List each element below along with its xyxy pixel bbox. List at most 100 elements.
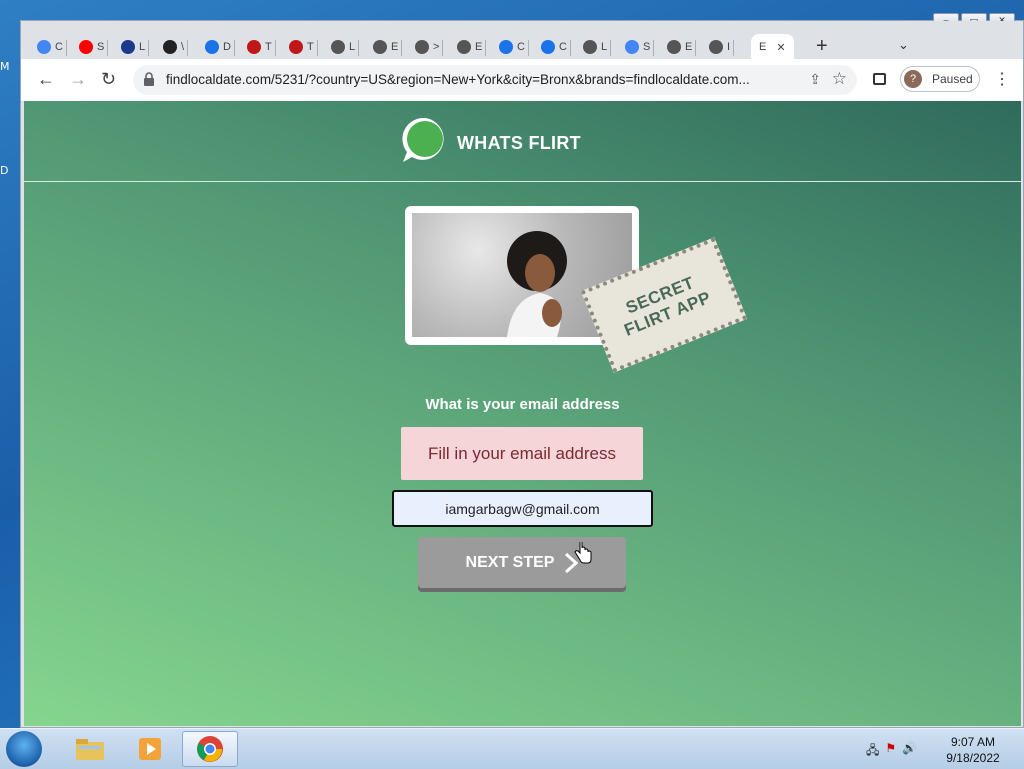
browser-tab[interactable]: S (79, 34, 109, 60)
email-question: What is your email address (425, 396, 620, 413)
flag-icon[interactable]: ⚑ (885, 741, 896, 762)
tab-label: S (643, 41, 651, 53)
close-icon[interactable]: ✕ (776, 41, 785, 54)
site-header: WHATS FLIRT (24, 101, 1021, 182)
terminal-icon (163, 40, 177, 54)
email-field[interactable] (392, 490, 653, 527)
desktop-icon-label: M (0, 60, 10, 73)
tab-separator (733, 40, 735, 56)
browser-tab[interactable]: T (247, 34, 276, 60)
browser-tab[interactable]: L (331, 34, 360, 60)
browser-tab[interactable]: E ✕ (751, 34, 794, 60)
browser-tab[interactable]: > (415, 34, 444, 60)
globe-icon (583, 40, 597, 54)
clock-time: 9:07 AM (950, 735, 996, 749)
side-panel-icon[interactable] (873, 73, 886, 85)
next-step-button[interactable]: NEXT STEP (418, 537, 626, 588)
download-icon (205, 40, 219, 54)
profile-status-label: Paused (932, 72, 973, 86)
next-step-label: NEXT STEP (465, 553, 555, 571)
browser-tab[interactable]: C (37, 34, 67, 60)
media-player-icon[interactable] (122, 731, 178, 767)
browser-tab[interactable]: \ (163, 34, 189, 60)
browser-tab[interactable]: C (499, 34, 529, 60)
tab-separator (107, 40, 109, 56)
tab-label: C (559, 41, 567, 53)
browser-tab[interactable]: E (373, 34, 403, 60)
tab-label: S (97, 41, 105, 53)
chevron-down-icon[interactable]: ⌄ (898, 37, 909, 53)
tab-separator (401, 40, 403, 56)
forward-button[interactable]: → (69, 69, 87, 90)
hand-cursor-icon (574, 542, 592, 564)
browser-tab[interactable]: L (121, 34, 150, 60)
tab-separator (527, 40, 529, 56)
tab-label: I (727, 41, 731, 53)
browser-tab[interactable]: C (541, 34, 571, 60)
tab-label: C (55, 41, 63, 53)
lock-icon (144, 72, 154, 86)
windows-start-button[interactable] (6, 731, 42, 767)
network-icon[interactable]: 🖧 (866, 741, 879, 762)
globe-icon (331, 40, 345, 54)
tab-label: E (475, 41, 483, 53)
browser-window: – ▭ ✕ C S L \ D T T L E > E C C L S E I E ✕ + ⌄ ← → ↻ find… (20, 13, 1024, 728)
profile-button[interactable]: ? Paused (900, 66, 980, 92)
tab-separator (485, 40, 487, 56)
tab-label: C (517, 41, 525, 53)
tab-separator (610, 40, 612, 56)
browser-tab[interactable]: I (709, 34, 735, 60)
tab-label: T (307, 41, 314, 53)
tab-label: > (433, 41, 440, 53)
tab-separator (65, 40, 67, 56)
chrome-taskbar-icon[interactable] (182, 731, 238, 767)
tab-label: E (391, 41, 399, 53)
globe-icon (373, 40, 387, 54)
tab-label: L (139, 41, 146, 53)
link-icon (121, 40, 135, 54)
menu-kebab-icon[interactable]: ⋮ (994, 69, 1010, 89)
edge-icon (541, 40, 555, 54)
edge-icon (499, 40, 513, 54)
browser-tab[interactable]: E (667, 34, 697, 60)
google-icon (37, 40, 51, 54)
error-message: Fill in your email address (401, 427, 643, 480)
back-button[interactable]: ← (37, 69, 55, 90)
new-tab-button[interactable]: + (816, 35, 828, 58)
tab-label: D (223, 41, 231, 53)
mcafee-icon (247, 40, 261, 54)
browser-tab[interactable]: D (205, 34, 235, 60)
reload-button[interactable]: ↻ (101, 69, 116, 90)
youtube-icon (79, 40, 93, 54)
file-explorer-icon[interactable] (62, 731, 118, 767)
desktop-icon-label: D (0, 164, 9, 177)
taskbar-clock[interactable]: 9:07 AM 9/18/2022 (938, 734, 1008, 766)
browser-tab[interactable]: T (289, 34, 318, 60)
share-icon[interactable]: ⇪ (809, 71, 821, 88)
whatsapp-logo-icon (402, 117, 444, 162)
tab-label: L (601, 41, 608, 53)
tab-separator (569, 40, 571, 56)
web-page: WHATS FLIRT SECRET FLIRT APP What is your… (24, 101, 1021, 726)
browser-tab[interactable]: S (625, 34, 655, 60)
clock-date: 9/18/2022 (946, 751, 1000, 765)
browser-tab[interactable]: L (583, 34, 612, 60)
globe-icon (709, 40, 723, 54)
globe-icon (667, 40, 681, 54)
volume-icon[interactable]: 🔊 (902, 741, 917, 762)
bookmark-star-icon[interactable]: ☆ (832, 69, 847, 89)
browser-tab[interactable]: E (457, 34, 487, 60)
system-tray: 🖧 ⚑ 🔊 (866, 741, 917, 762)
tab-label: L (349, 41, 356, 53)
address-bar[interactable]: findlocaldate.com/5231/?country=US&regio… (133, 65, 857, 95)
brand-name: WHATS FLIRT (457, 133, 581, 153)
tab-separator (316, 40, 318, 56)
tab-label: T (265, 41, 272, 53)
mcafee-icon (289, 40, 303, 54)
browser-toolbar: ← → ↻ findlocaldate.com/5231/?country=US… (21, 59, 1023, 102)
url-text: findlocaldate.com/5231/?country=US&regio… (166, 72, 750, 87)
globe-icon (457, 40, 471, 54)
tab-label: E (759, 41, 767, 53)
tab-label: \ (181, 41, 185, 53)
avatar: ? (904, 70, 922, 88)
